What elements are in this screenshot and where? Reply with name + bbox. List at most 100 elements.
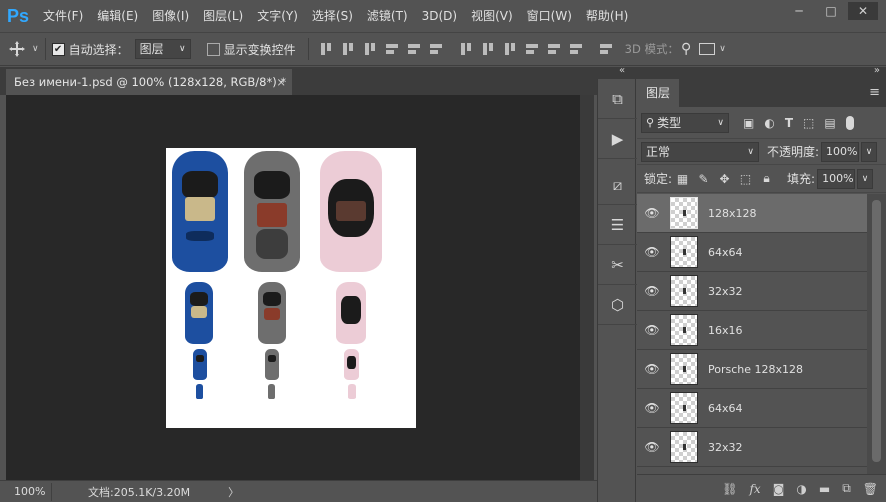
align-right-icon[interactable]: [427, 40, 445, 58]
delete-layer-icon[interactable]: 🗑︎: [863, 482, 878, 496]
move-tool-icon[interactable]: [8, 40, 26, 58]
layer-row[interactable]: 👁︎ 32x32: [637, 428, 867, 467]
close-tab-icon[interactable]: ×: [276, 69, 286, 95]
minimize-button[interactable]: ─: [784, 2, 814, 20]
collapse-right-icon[interactable]: »: [874, 65, 880, 76]
new-adjustment-layer-icon[interactable]: ◑: [796, 482, 806, 496]
filter-type-icon[interactable]: T: [785, 116, 793, 130]
layer-style-fx-icon[interactable]: fx: [749, 482, 760, 496]
actions-play-icon[interactable]: ▶: [598, 119, 637, 159]
align-vcenter-icon[interactable]: [339, 40, 357, 58]
menu-item[interactable]: 文件(F): [36, 0, 90, 32]
car-sprite-pink-large: [320, 151, 382, 272]
document-tab[interactable]: Без имени-1.psd @ 100% (128x128, RGB/8*)…: [6, 69, 292, 95]
tab-layers[interactable]: 图层: [637, 79, 679, 107]
menu-item[interactable]: 图层(L): [196, 0, 250, 32]
link-layers-icon[interactable]: ⛓: [722, 482, 737, 496]
layer-row[interactable]: 👁︎ 32x32: [637, 272, 867, 311]
layers-panel: 图层 ≡ ⚲ 类型 ∨ ▣ ◐ T ⬚ ▤ 正常 ∨ 不透明度: 100% ∨ …: [637, 79, 886, 502]
distribute-left-icon[interactable]: [523, 40, 541, 58]
layers-scrollbar[interactable]: [867, 194, 886, 474]
lock-all-icon[interactable]: 🔒︎: [760, 171, 773, 185]
chevron-down-icon[interactable]: ∨: [719, 44, 726, 54]
menu-item[interactable]: 视图(V): [464, 0, 520, 32]
show-transform-checkbox[interactable]: [206, 42, 220, 56]
align-left-icon[interactable]: [383, 40, 401, 58]
layer-name: 64x64: [708, 401, 743, 415]
opacity-input[interactable]: 100%: [821, 141, 860, 162]
photoshop-logo: Ps: [6, 5, 30, 26]
maximize-button[interactable]: □: [816, 2, 846, 20]
menu-item[interactable]: 文字(Y): [250, 0, 305, 32]
align-hcenter-icon[interactable]: [405, 40, 423, 58]
3d-panel-icon[interactable]: ⬡: [598, 285, 637, 325]
auto-align-icon[interactable]: [597, 40, 615, 58]
distribute-vcenter-icon[interactable]: [479, 40, 497, 58]
layer-row[interactable]: 👁︎ Porsche 128x128: [637, 350, 867, 389]
distribute-right-icon[interactable]: [567, 40, 585, 58]
layer-row[interactable]: 👁︎ 64x64: [637, 233, 867, 272]
visibility-eye-icon[interactable]: 👁︎: [637, 362, 667, 376]
menu-item[interactable]: 编辑(E): [90, 0, 145, 32]
chevron-down-icon: ∨: [179, 44, 186, 54]
menu-item[interactable]: 窗口(W): [520, 0, 579, 32]
orbit-icon[interactable]: ⚲: [681, 41, 691, 57]
screen-mode-icon[interactable]: [699, 43, 716, 55]
layer-name: 128x128: [708, 206, 757, 220]
menu-item[interactable]: 图像(I): [145, 0, 196, 32]
adjustments-panel-icon[interactable]: ☰: [598, 205, 637, 245]
fill-dropdown-button[interactable]: ∨: [857, 168, 874, 189]
filter-toggle-icon[interactable]: [845, 115, 854, 130]
visibility-eye-icon[interactable]: 👁︎: [637, 284, 667, 298]
menu-item[interactable]: 滤镜(T): [360, 0, 415, 32]
tool-presets-icon[interactable]: ✂: [598, 245, 637, 285]
align-bottom-icon[interactable]: [361, 40, 379, 58]
blend-mode-dropdown[interactable]: 正常 ∨: [641, 141, 759, 162]
visibility-eye-icon[interactable]: 👁︎: [637, 245, 667, 259]
distribute-bottom-icon[interactable]: [501, 40, 519, 58]
layer-thumbnail: [670, 314, 698, 346]
new-layer-icon[interactable]: ⧉: [842, 481, 851, 496]
chevron-down-icon: ∨: [861, 173, 869, 184]
lock-position-icon[interactable]: ✥: [718, 172, 731, 186]
layer-row[interactable]: 👁︎ 128x128: [637, 194, 867, 233]
lock-transparent-pixels-icon[interactable]: ▦: [676, 172, 689, 186]
distribute-hcenter-icon[interactable]: [545, 40, 563, 58]
panel-menu-icon[interactable]: ≡: [869, 85, 880, 100]
layers-scroll-thumb[interactable]: [872, 200, 881, 462]
chevron-down-icon[interactable]: ∨: [32, 44, 39, 54]
zoom-level[interactable]: 100%: [0, 482, 52, 501]
canvas-vertical-scrollbar[interactable]: [580, 95, 594, 480]
visibility-eye-icon[interactable]: 👁︎: [637, 323, 667, 337]
close-button[interactable]: ✕: [848, 2, 878, 20]
filter-shape-icon[interactable]: ⬚: [803, 116, 814, 130]
auto-select-checkbox[interactable]: ✔: [51, 42, 65, 56]
menu-item[interactable]: 选择(S): [305, 0, 360, 32]
status-menu-arrow[interactable]: 〉: [228, 484, 239, 500]
filter-pixel-icon[interactable]: ▣: [743, 116, 754, 130]
menu-item[interactable]: 帮助(H): [579, 0, 635, 32]
auto-select-dropdown[interactable]: 图层 ∨: [134, 39, 191, 59]
document-canvas[interactable]: [166, 148, 416, 428]
lock-image-pixels-icon[interactable]: ✎: [697, 172, 710, 186]
fill-input[interactable]: 100%: [817, 168, 856, 189]
distribute-top-icon[interactable]: [457, 40, 475, 58]
car-sprite-blue-medium: [185, 282, 213, 344]
collapse-left-icon[interactable]: «: [619, 65, 625, 76]
visibility-eye-icon[interactable]: 👁︎: [637, 401, 667, 415]
align-top-icon[interactable]: [317, 40, 335, 58]
layer-row[interactable]: 👁︎ 16x16: [637, 311, 867, 350]
opacity-dropdown-button[interactable]: ∨: [861, 141, 878, 162]
filter-adjustment-icon[interactable]: ◐: [764, 116, 774, 130]
filter-smart-object-icon[interactable]: ▤: [824, 116, 835, 130]
menu-item[interactable]: 3D(D): [415, 0, 464, 32]
properties-panel-icon[interactable]: ⧄: [598, 165, 637, 205]
visibility-eye-icon[interactable]: 👁︎: [637, 206, 667, 220]
new-group-icon[interactable]: ▬: [819, 482, 830, 496]
layer-row[interactable]: 👁︎ 64x64: [637, 389, 867, 428]
history-panel-icon[interactable]: ⧉: [598, 79, 637, 119]
lock-artboard-icon[interactable]: ⬚: [739, 172, 752, 186]
add-mask-icon[interactable]: ◙: [773, 482, 785, 496]
layer-filter-dropdown[interactable]: ⚲ 类型 ∨: [641, 112, 729, 133]
visibility-eye-icon[interactable]: 👁︎: [637, 440, 667, 454]
